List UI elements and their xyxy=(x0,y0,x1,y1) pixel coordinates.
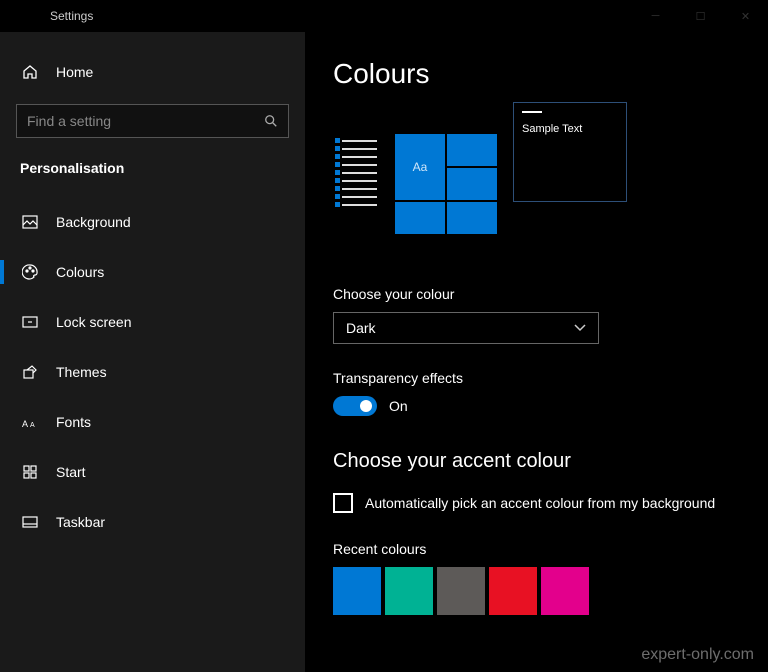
sidebar-item-label: Lock screen xyxy=(56,314,131,330)
search-icon xyxy=(264,114,278,128)
sidebar-item-lockscreen[interactable]: Lock screen xyxy=(0,302,305,342)
recent-colour-swatch[interactable] xyxy=(541,567,589,615)
svg-text:A: A xyxy=(30,422,35,429)
main-panel: Colours Aa Sample xyxy=(305,32,768,672)
sidebar-item-fonts[interactable]: AA Fonts xyxy=(0,402,305,442)
transparency-toggle[interactable] xyxy=(333,396,377,416)
colour-mode-dropdown[interactable]: Dark xyxy=(333,312,599,344)
taskbar-icon xyxy=(20,516,40,528)
sidebar: Home Personalisation Background Colours xyxy=(0,32,305,672)
maximize-button[interactable]: ☐ xyxy=(678,0,723,32)
close-button[interactable]: ✕ xyxy=(723,0,768,32)
picture-icon xyxy=(20,215,40,229)
preview-tile-aa: Aa xyxy=(395,134,445,200)
themes-icon xyxy=(20,364,40,380)
window-controls: ─ ☐ ✕ xyxy=(633,0,768,32)
choose-colour-label: Choose your colour xyxy=(333,286,740,302)
chevron-down-icon xyxy=(574,324,586,332)
transparency-label: Transparency effects xyxy=(333,370,740,386)
theme-preview: Aa Sample Text xyxy=(333,134,740,234)
preview-list xyxy=(333,134,379,234)
watermark: expert-only.com xyxy=(641,646,754,664)
sidebar-item-label: Fonts xyxy=(56,414,91,430)
colour-mode-value: Dark xyxy=(346,320,376,336)
home-label: Home xyxy=(56,64,93,80)
sidebar-item-label: Start xyxy=(56,464,86,480)
search-input[interactable] xyxy=(27,113,264,129)
transparency-toggle-row: On xyxy=(333,396,740,416)
preview-window: Sample Text xyxy=(513,102,627,202)
sidebar-item-taskbar[interactable]: Taskbar xyxy=(0,502,305,542)
sidebar-item-label: Background xyxy=(56,214,131,230)
home-icon xyxy=(20,64,40,80)
preview-sample-text: Sample Text xyxy=(522,123,618,135)
lockscreen-icon xyxy=(20,315,40,329)
recent-colour-swatch[interactable] xyxy=(437,567,485,615)
home-link[interactable]: Home xyxy=(0,54,305,90)
sidebar-item-label: Themes xyxy=(56,364,107,380)
titlebar: Settings ─ ☐ ✕ xyxy=(0,0,768,32)
recent-colours-label: Recent colours xyxy=(333,541,740,557)
svg-text:A: A xyxy=(22,419,28,429)
sidebar-item-themes[interactable]: Themes xyxy=(0,352,305,392)
content-area: Home Personalisation Background Colours xyxy=(0,32,768,672)
auto-pick-row: Automatically pick an accent colour from… xyxy=(333,493,740,513)
accent-heading: Choose your accent colour xyxy=(333,450,740,473)
window-title: Settings xyxy=(50,9,93,23)
search-box[interactable] xyxy=(16,104,289,138)
sidebar-item-colours[interactable]: Colours xyxy=(0,252,305,292)
transparency-value: On xyxy=(389,398,408,414)
section-title: Personalisation xyxy=(0,156,305,202)
recent-colour-swatch[interactable] xyxy=(333,567,381,615)
start-icon xyxy=(20,465,40,479)
sidebar-item-label: Taskbar xyxy=(56,514,105,530)
fonts-icon: AA xyxy=(20,415,40,429)
sidebar-item-background[interactable]: Background xyxy=(0,202,305,242)
auto-pick-label: Automatically pick an accent colour from… xyxy=(365,495,715,511)
recent-colour-swatch[interactable] xyxy=(489,567,537,615)
sidebar-item-start[interactable]: Start xyxy=(0,452,305,492)
recent-colours-row xyxy=(333,567,740,615)
palette-icon xyxy=(20,264,40,280)
minimize-button[interactable]: ─ xyxy=(633,0,678,32)
auto-pick-checkbox[interactable] xyxy=(333,493,353,513)
sidebar-item-label: Colours xyxy=(56,264,104,280)
recent-colour-swatch[interactable] xyxy=(385,567,433,615)
preview-tiles: Aa xyxy=(395,134,497,234)
toggle-knob xyxy=(360,400,372,412)
preview-window-accent xyxy=(522,111,542,113)
page-title: Colours xyxy=(333,58,740,90)
